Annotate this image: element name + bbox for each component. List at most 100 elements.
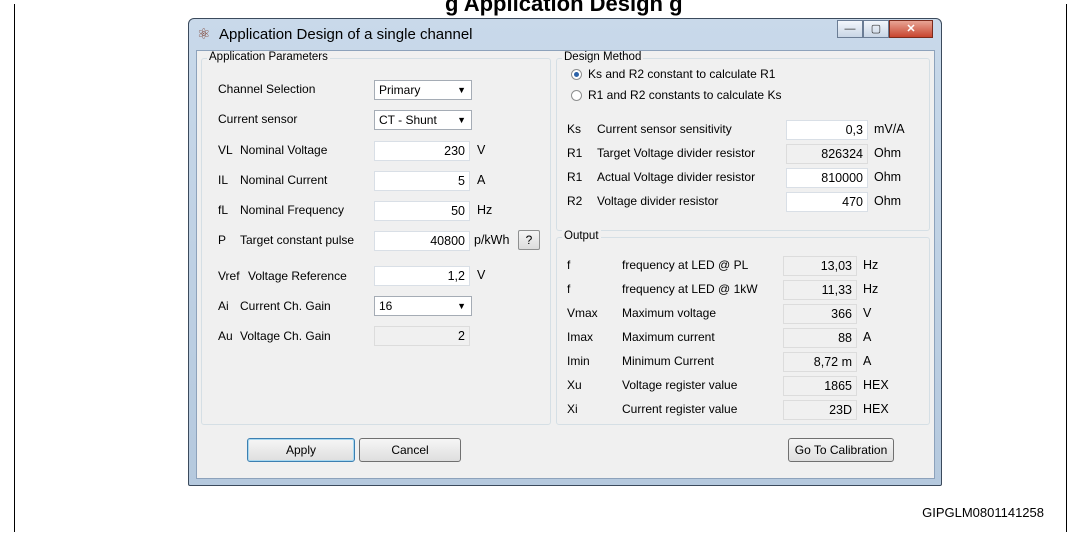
- freq-1kw-unit: Hz: [863, 282, 879, 296]
- f-pl-symbol: f: [567, 258, 571, 272]
- p-symbol: P: [218, 233, 227, 247]
- group-title: Application Parameters: [207, 51, 330, 63]
- vref-symbol: Vref: [218, 269, 240, 283]
- sensor-sensitivity-field[interactable]: 0,3: [786, 120, 868, 140]
- app-window: ⚛ Application Design of a single channel…: [188, 18, 942, 486]
- actual-divider-field[interactable]: 810000: [786, 168, 868, 188]
- apply-button[interactable]: Apply: [247, 438, 355, 462]
- xi-symbol: Xi: [567, 402, 578, 416]
- freq-pl-field: 13,03: [783, 256, 857, 276]
- freq-pl-label: frequency at LED @ PL: [622, 258, 749, 272]
- target-constant-pulse-unit: p/kWh: [474, 233, 510, 247]
- imin-symbol: Imin: [567, 354, 590, 368]
- imax-symbol: Imax: [567, 330, 594, 344]
- max-voltage-field: 366: [783, 304, 857, 324]
- divider-resistor-field[interactable]: 470: [786, 192, 868, 212]
- nominal-frequency-label: Nominal Frequency: [240, 203, 345, 217]
- min-current-label: Minimum Current: [622, 354, 715, 368]
- ks-symbol: Ks: [567, 122, 582, 136]
- figure-id: GIPGLM0801141258: [922, 505, 1044, 520]
- current-sensor-label: Current sensor: [218, 112, 298, 126]
- r2-symbol: R2: [567, 194, 583, 208]
- target-divider-unit: Ohm: [874, 146, 902, 160]
- current-sensor-combo[interactable]: CT - Shunt ▼: [374, 110, 472, 130]
- cancel-button[interactable]: Cancel: [359, 438, 461, 462]
- chevron-down-icon: ▼: [457, 301, 466, 311]
- nominal-frequency-unit: Hz: [477, 203, 493, 217]
- nominal-frequency-field[interactable]: 50: [374, 201, 470, 221]
- voltage-reference-unit: V: [477, 268, 486, 282]
- window-client: Application Parameters Channel Selection…: [196, 50, 935, 479]
- figure-caption: g Application Design g: [445, 0, 683, 16]
- target-constant-pulse-label: Target constant pulse: [240, 233, 355, 247]
- channel-selection-label: Channel Selection: [218, 82, 316, 96]
- current-sensor-value: CT - Shunt: [379, 113, 437, 127]
- max-current-label: Maximum current: [622, 330, 715, 344]
- divider-resistor-label: Voltage divider resistor: [597, 194, 719, 208]
- current-gain-combo[interactable]: 16 ▼: [374, 296, 472, 316]
- freq-1kw-label: frequency at LED @ 1kW: [622, 282, 758, 296]
- output-group: Output f frequency at LED @ PL 13,03 Hz …: [556, 230, 930, 425]
- nominal-voltage-label: Nominal Voltage: [240, 143, 328, 157]
- nominal-current-field[interactable]: 5: [374, 171, 470, 191]
- voltage-gain-label: Voltage Ch. Gain: [240, 329, 331, 343]
- voltage-reference-field[interactable]: 1,2: [374, 266, 470, 286]
- window-controls: — ▢ ✕: [837, 20, 933, 38]
- r1-actual-symbol: R1: [567, 170, 583, 184]
- title-bar[interactable]: ⚛ Application Design of a single channel…: [189, 19, 941, 49]
- design-method-group: Design Method Ks and R2 constant to calc…: [556, 51, 930, 231]
- min-current-field: 8,72 m: [783, 352, 857, 372]
- application-parameters-group: Application Parameters Channel Selection…: [201, 51, 551, 425]
- target-divider-label: Target Voltage divider resistor: [597, 146, 756, 160]
- max-voltage-unit: V: [863, 306, 872, 320]
- nominal-current-label: Nominal Current: [240, 173, 328, 187]
- current-register-label: Current register value: [622, 402, 738, 416]
- min-current-unit: A: [863, 354, 872, 368]
- maximize-icon[interactable]: ▢: [863, 20, 889, 38]
- radio-ks-r2[interactable]: [571, 69, 582, 80]
- chevron-down-icon: ▼: [457, 115, 466, 125]
- group-title: Design Method: [562, 51, 644, 63]
- voltage-reference-label: Voltage Reference: [248, 269, 347, 283]
- nominal-voltage-field[interactable]: 230: [374, 141, 470, 161]
- freq-1kw-field: 11,33: [783, 280, 857, 300]
- app-icon: ⚛: [197, 26, 211, 43]
- current-gain-value: 16: [379, 299, 393, 313]
- help-button[interactable]: ?: [518, 230, 540, 250]
- max-current-field: 88: [783, 328, 857, 348]
- ai-symbol: Ai: [218, 299, 229, 313]
- vmax-symbol: Vmax: [567, 306, 598, 320]
- current-gain-label: Current Ch. Gain: [240, 299, 331, 313]
- sensor-sensitivity-unit: mV/A: [874, 122, 905, 136]
- divider-resistor-unit: Ohm: [874, 194, 902, 208]
- au-symbol: Au: [218, 329, 233, 343]
- target-constant-pulse-field[interactable]: 40800: [374, 231, 470, 251]
- voltage-register-unit: HEX: [863, 378, 889, 392]
- r1-target-symbol: R1: [567, 146, 583, 160]
- xu-symbol: Xu: [567, 378, 582, 392]
- minimize-icon[interactable]: —: [837, 20, 863, 38]
- il-symbol: IL: [218, 173, 229, 187]
- nominal-current-unit: A: [477, 173, 486, 187]
- radio-r1-r2-label[interactable]: R1 and R2 constants to calculate Ks: [588, 88, 781, 102]
- current-register-field: 23D: [783, 400, 857, 420]
- max-current-unit: A: [863, 330, 872, 344]
- radio-r1-r2[interactable]: [571, 90, 582, 101]
- close-icon[interactable]: ✕: [889, 20, 933, 38]
- go-to-calibration-button[interactable]: Go To Calibration: [788, 438, 894, 462]
- fl-symbol: fL: [218, 203, 229, 217]
- nominal-voltage-unit: V: [477, 143, 486, 157]
- channel-selection-combo[interactable]: Primary ▼: [374, 80, 472, 100]
- freq-pl-unit: Hz: [863, 258, 879, 272]
- chevron-down-icon: ▼: [457, 85, 466, 95]
- actual-divider-label: Actual Voltage divider resistor: [597, 170, 756, 184]
- voltage-gain-field: 2: [374, 326, 470, 346]
- group-title: Output: [562, 230, 601, 242]
- voltage-register-field: 1865: [783, 376, 857, 396]
- max-voltage-label: Maximum voltage: [622, 306, 717, 320]
- current-register-unit: HEX: [863, 402, 889, 416]
- window-title: Application Design of a single channel: [219, 26, 473, 43]
- voltage-register-label: Voltage register value: [622, 378, 738, 392]
- target-divider-field: 826324: [786, 144, 868, 164]
- radio-ks-r2-label[interactable]: Ks and R2 constant to calculate R1: [588, 67, 775, 81]
